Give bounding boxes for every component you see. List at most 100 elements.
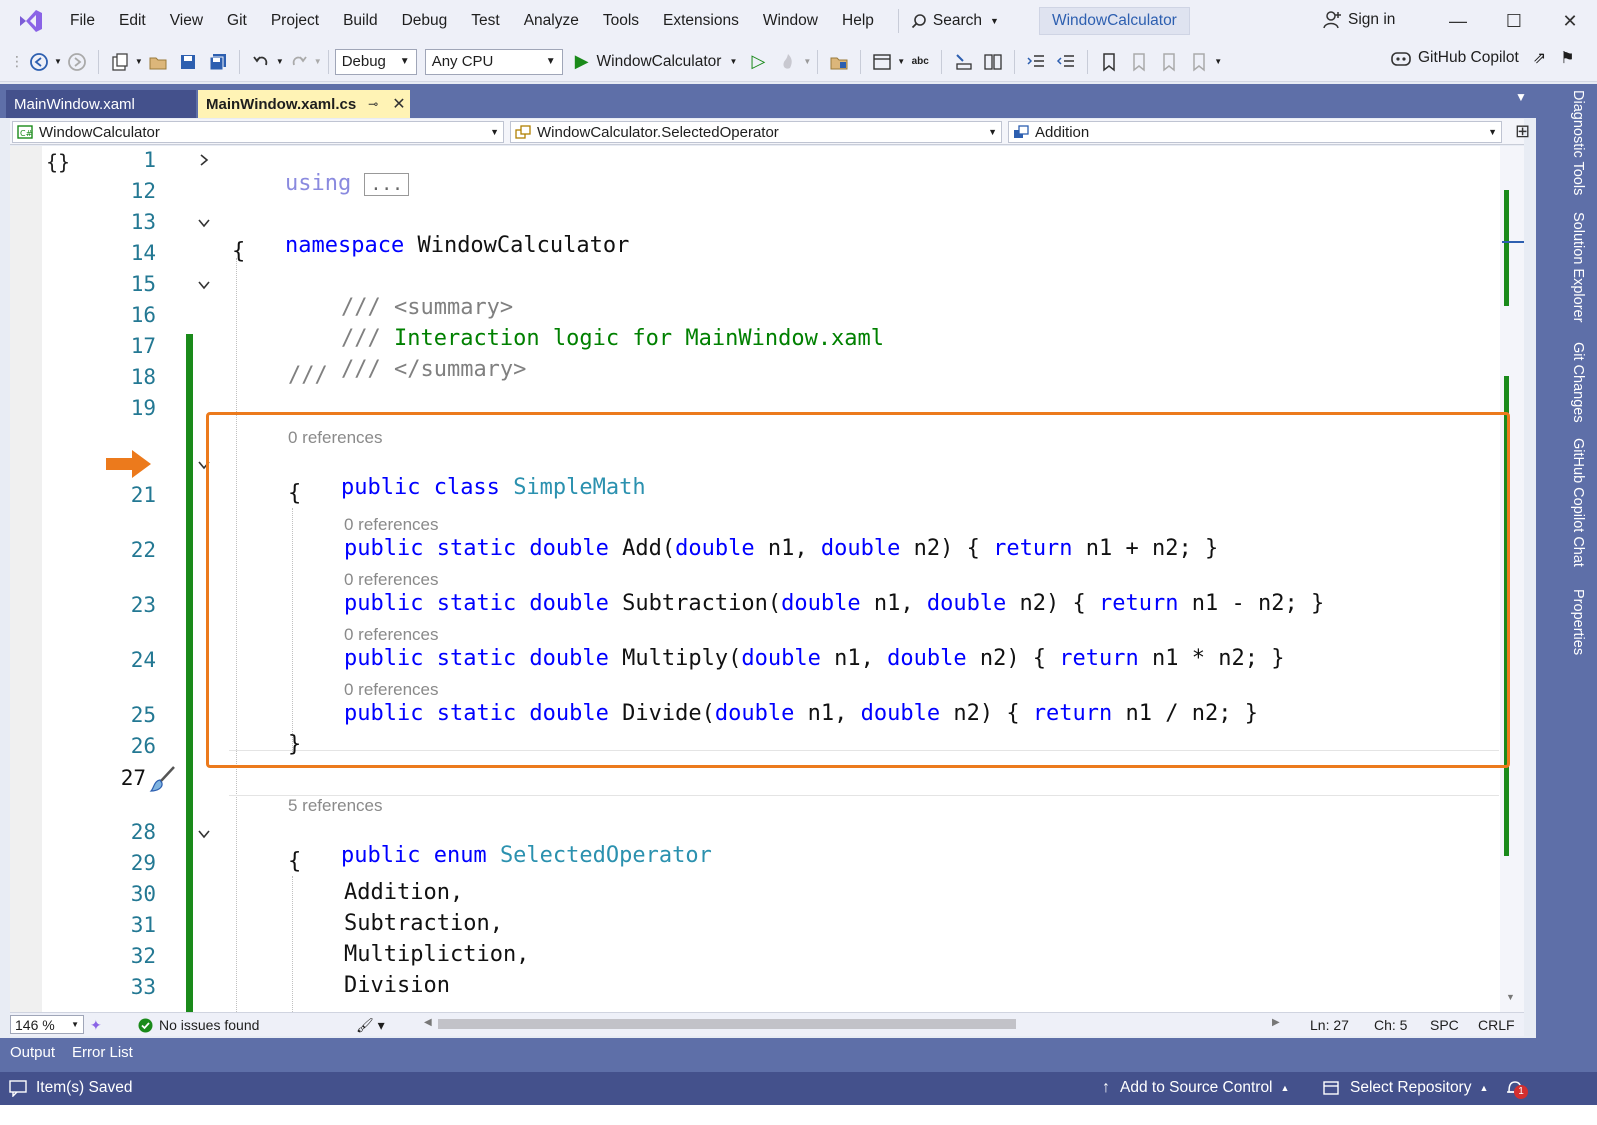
previous-bookmark-icon[interactable] xyxy=(1128,51,1150,73)
whitespace-indicator[interactable]: SPC xyxy=(1430,1017,1459,1033)
split-editor-icon[interactable]: ⊞ xyxy=(1515,121,1530,142)
save-icon[interactable] xyxy=(177,51,199,73)
minimize-icon[interactable]: — xyxy=(1430,11,1486,32)
tab-solution-explorer[interactable]: Solution Explorer xyxy=(1570,212,1586,322)
issues-indicator[interactable]: No issues found xyxy=(138,1017,259,1033)
line-ending-indicator[interactable]: CRLF xyxy=(1478,1017,1515,1033)
desktop-strip xyxy=(0,1105,1597,1125)
play-icon: ▶ xyxy=(574,51,589,71)
horizontal-scrollbar-thumb[interactable] xyxy=(438,1019,1016,1029)
new-project-icon[interactable] xyxy=(109,51,131,73)
tab-git-changes[interactable]: Git Changes xyxy=(1570,342,1586,423)
spell-check-icon[interactable]: abc xyxy=(909,51,931,73)
redo-icon[interactable] xyxy=(288,51,310,73)
open-folder-icon[interactable] xyxy=(147,51,169,73)
chevron-down-icon[interactable]: ▼ xyxy=(803,57,811,66)
toolbar-overflow-icon[interactable]: ▼ xyxy=(1214,57,1222,66)
compare-files-icon[interactable] xyxy=(982,51,1004,73)
feedback-icon[interactable]: ⚑ xyxy=(1560,48,1574,68)
code-cleanup-icon[interactable]: 🖌 ▾ xyxy=(356,1017,385,1034)
menu-build[interactable]: Build xyxy=(331,0,389,42)
collapsed-region-badge[interactable]: ... xyxy=(364,173,409,196)
chevron-down-icon[interactable]: ▼ xyxy=(276,57,284,66)
pin-icon[interactable]: ⊸ xyxy=(368,97,378,111)
column-indicator[interactable]: Ch: 5 xyxy=(1374,1017,1407,1033)
quick-actions-icon[interactable]: {} xyxy=(46,150,70,174)
collapse-outline-icon[interactable] xyxy=(196,277,212,293)
menu-help[interactable]: Help xyxy=(830,0,886,42)
notifications-button[interactable]: 1 xyxy=(1504,1077,1528,1099)
codelens-references[interactable]: 5 references xyxy=(288,796,383,816)
tab-properties[interactable]: Properties xyxy=(1570,589,1586,655)
menu-git[interactable]: Git xyxy=(215,0,259,42)
line-number: 23 xyxy=(130,593,156,617)
menu-edit[interactable]: Edit xyxy=(107,0,158,42)
search-button[interactable]: Search ▼ xyxy=(897,9,1011,33)
scroll-down-icon[interactable]: ▼ xyxy=(1506,992,1515,1002)
close-tab-icon[interactable]: ✕ xyxy=(392,94,405,114)
tab-diagnostic-tools[interactable]: Diagnostic Tools xyxy=(1570,90,1586,195)
add-to-source-control-button[interactable]: ↑ Add to Source Control ▲ xyxy=(1102,1079,1289,1097)
indent-icon[interactable] xyxy=(1025,51,1047,73)
tab-list-dropdown-icon[interactable]: ▼ xyxy=(1515,90,1527,107)
tab-error-list[interactable]: Error List xyxy=(72,1044,133,1061)
member-dropdown[interactable]: Addition ▼ xyxy=(1008,121,1502,143)
maximize-icon[interactable]: ☐ xyxy=(1486,11,1542,32)
platform-dropdown[interactable]: Any CPU ▼ xyxy=(424,48,563,75)
next-bookmark-icon[interactable] xyxy=(1158,51,1180,73)
navigate-forward-icon[interactable] xyxy=(66,51,88,73)
share-icon[interactable]: ⇗ xyxy=(1533,48,1546,68)
project-dropdown[interactable]: C# WindowCalculator ▼ xyxy=(12,121,504,143)
intellicode-icon[interactable]: ✦ xyxy=(90,1017,102,1034)
type-dropdown[interactable]: WindowCalculator.SelectedOperator ▼ xyxy=(510,121,1002,143)
scroll-right-icon[interactable]: ▶ xyxy=(1272,1017,1280,1028)
quick-actions-paintbrush-icon[interactable] xyxy=(148,764,178,798)
layout-icon[interactable] xyxy=(871,51,893,73)
line-indicator[interactable]: Ln: 27 xyxy=(1310,1017,1349,1033)
menu-debug[interactable]: Debug xyxy=(390,0,460,42)
bookmark-icon[interactable] xyxy=(1098,51,1120,73)
github-copilot-button[interactable]: GitHub Copilot ⇗ ⚑ xyxy=(1390,48,1575,68)
tab-github-copilot-chat[interactable]: GitHub Copilot Chat xyxy=(1570,438,1586,567)
menu-test[interactable]: Test xyxy=(459,0,511,42)
menu-view[interactable]: View xyxy=(158,0,215,42)
menu-extensions[interactable]: Extensions xyxy=(651,0,751,42)
menu-window[interactable]: Window xyxy=(751,0,830,42)
menu-file[interactable]: File xyxy=(58,0,107,42)
tab-output[interactable]: Output xyxy=(10,1044,55,1061)
start-without-debugging-icon[interactable]: ▷ xyxy=(747,51,769,73)
collapse-outline-icon[interactable] xyxy=(196,215,212,231)
enum-icon xyxy=(515,125,531,139)
menu-project[interactable]: Project xyxy=(259,0,331,42)
navigate-back-icon[interactable] xyxy=(28,51,50,73)
browse-folder-icon[interactable] xyxy=(828,51,850,73)
step-into-icon[interactable] xyxy=(952,51,974,73)
toolbar-separator xyxy=(97,49,99,74)
start-debugging-button[interactable]: ▶ WindowCalculator ▼ xyxy=(575,51,738,72)
chevron-down-icon[interactable]: ▼ xyxy=(897,57,905,66)
collapse-outline-icon[interactable] xyxy=(196,826,212,842)
tab-mainwindow-xaml-cs[interactable]: MainWindow.xaml.cs ⊸ ✕ xyxy=(198,90,410,118)
sign-in-button[interactable]: Sign in xyxy=(1322,10,1395,30)
tab-label: MainWindow.xaml.cs xyxy=(206,95,357,113)
zoom-dropdown[interactable]: 146 % ▼ xyxy=(10,1015,84,1034)
menu-analyze[interactable]: Analyze xyxy=(512,0,591,42)
expand-outline-icon[interactable] xyxy=(196,152,212,168)
chevron-down-icon[interactable]: ▼ xyxy=(314,57,322,66)
enum-name: SelectedOperator xyxy=(499,843,712,868)
save-all-icon[interactable] xyxy=(207,51,229,73)
scroll-left-icon[interactable]: ◀ xyxy=(424,1017,432,1028)
outdent-icon[interactable] xyxy=(1055,51,1077,73)
toolbar-separator xyxy=(941,49,943,74)
clear-bookmarks-icon[interactable] xyxy=(1188,51,1210,73)
tab-mainwindow-xaml[interactable]: MainWindow.xaml xyxy=(6,90,196,118)
configuration-dropdown[interactable]: Debug ▼ xyxy=(334,48,417,75)
select-repository-button[interactable]: Select Repository ▲ xyxy=(1322,1079,1488,1097)
close-icon[interactable]: ✕ xyxy=(1542,11,1597,32)
hot-reload-icon[interactable] xyxy=(777,51,799,73)
chevron-down-icon[interactable]: ▼ xyxy=(54,57,62,66)
copilot-icon xyxy=(1391,52,1411,66)
undo-icon[interactable] xyxy=(250,51,272,73)
menu-tools[interactable]: Tools xyxy=(591,0,651,42)
chevron-down-icon[interactable]: ▼ xyxy=(135,57,143,66)
